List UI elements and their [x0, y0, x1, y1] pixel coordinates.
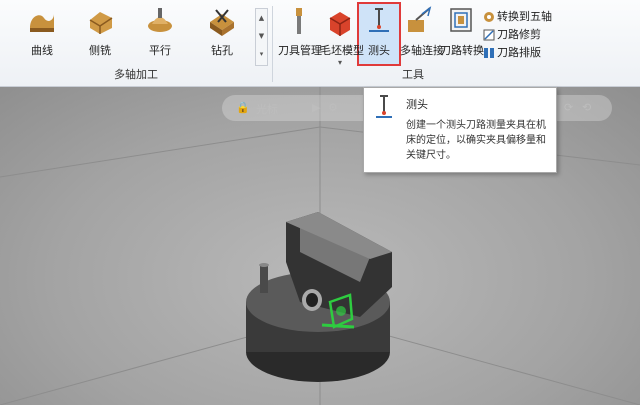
toolpath-trim-icon: [483, 29, 495, 41]
curve-button[interactable]: 曲线: [22, 6, 62, 62]
parallel-label: 平行: [149, 44, 171, 57]
probe-tooltip: 测头 创建一个测头刀路测量夹具在机床的定位，以确实夹具偏移量和关键尺寸。: [363, 87, 557, 173]
selected-hole[interactable]: [336, 306, 346, 316]
toolpath-nest-button[interactable]: 刀路排版: [483, 44, 541, 62]
toolpath-trim-button[interactable]: 刀路修剪: [483, 26, 541, 44]
toolpath-transform-button[interactable]: 刀路转换: [440, 6, 484, 62]
scroll-up-icon[interactable]: ▲: [256, 9, 267, 27]
tools-group-label: 工具: [402, 68, 424, 81]
toolpath-transform-icon: [450, 8, 472, 32]
probe-label: 测头: [368, 44, 390, 57]
drill-button[interactable]: 钻孔: [202, 6, 242, 62]
toolpath-transform-label: 刀路转换: [440, 44, 484, 57]
grid-line: [0, 126, 321, 178]
drill-icon: [210, 9, 234, 36]
play-icon[interactable]: ▶: [312, 101, 320, 114]
parallel-icon: [148, 8, 172, 32]
parallel-button[interactable]: 平行: [140, 6, 180, 62]
probe-icon: [376, 95, 392, 118]
rotate-icon[interactable]: ⟳: [564, 101, 573, 114]
stock-model-dropdown-icon[interactable]: ▾: [320, 58, 360, 67]
multiaxis-link-label: 多轴连接: [400, 44, 444, 57]
tool-manager-icon: [296, 8, 302, 34]
convert-5axis-icon: [484, 12, 494, 22]
probe-icon: [369, 8, 389, 32]
convert-5axis-button[interactable]: 转换到五轴: [483, 8, 552, 26]
drill-label: 钻孔: [211, 44, 233, 57]
tool-manager-label: 刀具管理: [278, 44, 322, 57]
curve-label: 曲线: [31, 44, 53, 57]
lock-icon[interactable]: 🔒: [236, 101, 250, 114]
toolpath-nest-label: 刀路排版: [497, 46, 541, 59]
tooltip-title: 测头: [406, 98, 428, 111]
convert-5axis-label: 转换到五轴: [497, 10, 552, 23]
settings-icon[interactable]: ⚙: [328, 101, 338, 114]
scroll-down-icon[interactable]: ▼: [256, 27, 267, 45]
side-mill-icon: [89, 12, 113, 34]
tooltip-description: 创建一个测头刀路测量夹具在机床的定位，以确实夹具偏移量和关键尺寸。: [406, 120, 546, 161]
cursor-mode-label[interactable]: 光标: [256, 101, 278, 117]
stock-model-icon: [329, 12, 351, 36]
stock-model-label: 毛坯模型: [320, 44, 364, 57]
multiaxis-group-label: 多轴加工: [114, 68, 158, 81]
selected-edge[interactable]: [321, 323, 355, 329]
ribbon: 曲线 侧铣 平行 钻孔 ▲ ▼ ▾ 多轴加工 工具 刀具管理 毛坯模型 ▾ 测头…: [0, 0, 640, 87]
multiaxis-link-button[interactable]: 多轴连接: [400, 6, 444, 62]
reset-icon[interactable]: ⟲: [582, 101, 591, 114]
side-mill-button[interactable]: 侧铣: [80, 6, 120, 62]
gallery-scroll[interactable]: ▲ ▼ ▾: [255, 8, 268, 66]
probe-button[interactable]: 测头: [359, 6, 399, 62]
curve-icon: [30, 14, 54, 32]
multiaxis-link-icon: [408, 6, 432, 32]
stock-model-button[interactable]: 毛坯模型 ▾: [320, 6, 364, 67]
side-mill-label: 侧铣: [89, 44, 111, 57]
toolpath-trim-label: 刀路修剪: [497, 28, 541, 41]
fixture-part[interactable]: [246, 212, 392, 382]
tool-manager-button[interactable]: 刀具管理: [278, 6, 322, 62]
gallery-expand-icon[interactable]: ▾: [256, 45, 267, 63]
toolpath-nest-icon: [484, 48, 494, 58]
multiaxis-group: 曲线 侧铣 平行 钻孔 ▲ ▼ ▾ 多轴加工: [0, 0, 272, 86]
